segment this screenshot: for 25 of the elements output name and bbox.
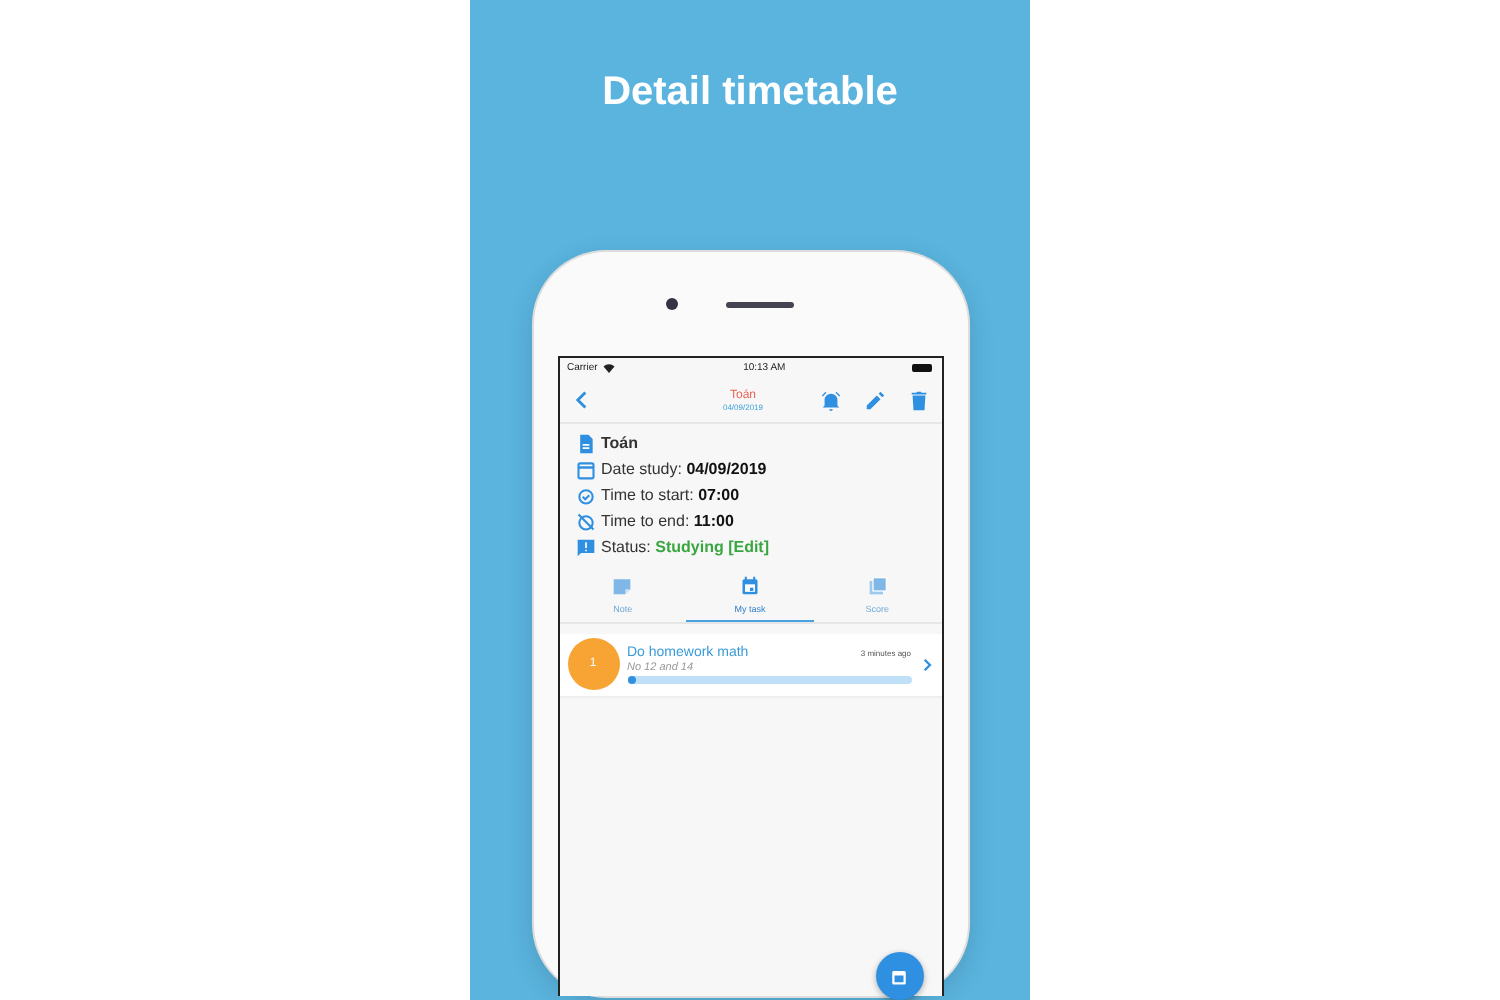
headline: Detail timetable [602, 70, 898, 116]
back-icon[interactable] [571, 388, 591, 412]
trash-icon[interactable] [907, 389, 929, 411]
note-icon [612, 576, 633, 596]
calendar-icon [890, 967, 908, 985]
alarm-clock-icon [575, 485, 595, 505]
wifi-icon [601, 362, 616, 374]
detail-text: Time to end: 11:00 [601, 512, 734, 530]
calendar-icon [740, 576, 760, 596]
alarm-icon[interactable] [819, 389, 841, 411]
chevron-right-icon [919, 655, 933, 673]
document-icon [575, 433, 595, 453]
calendar-icon [575, 459, 595, 479]
pencil-icon[interactable] [863, 389, 885, 411]
feedback-icon [575, 537, 595, 557]
alarm-off-icon [575, 511, 595, 531]
detail-text: Time to start: 07:00 [601, 486, 740, 504]
speaker-icon [726, 301, 794, 307]
battery-icon [912, 364, 933, 372]
stacked-pages-icon [867, 576, 888, 596]
subject-title: Toán [601, 434, 639, 452]
detail-text: Status: Studying [Edit] [601, 538, 770, 556]
detail-text: Date study: 04/09/2019 [601, 460, 767, 478]
add-event-button[interactable] [875, 952, 923, 1000]
camera-icon [666, 298, 678, 310]
